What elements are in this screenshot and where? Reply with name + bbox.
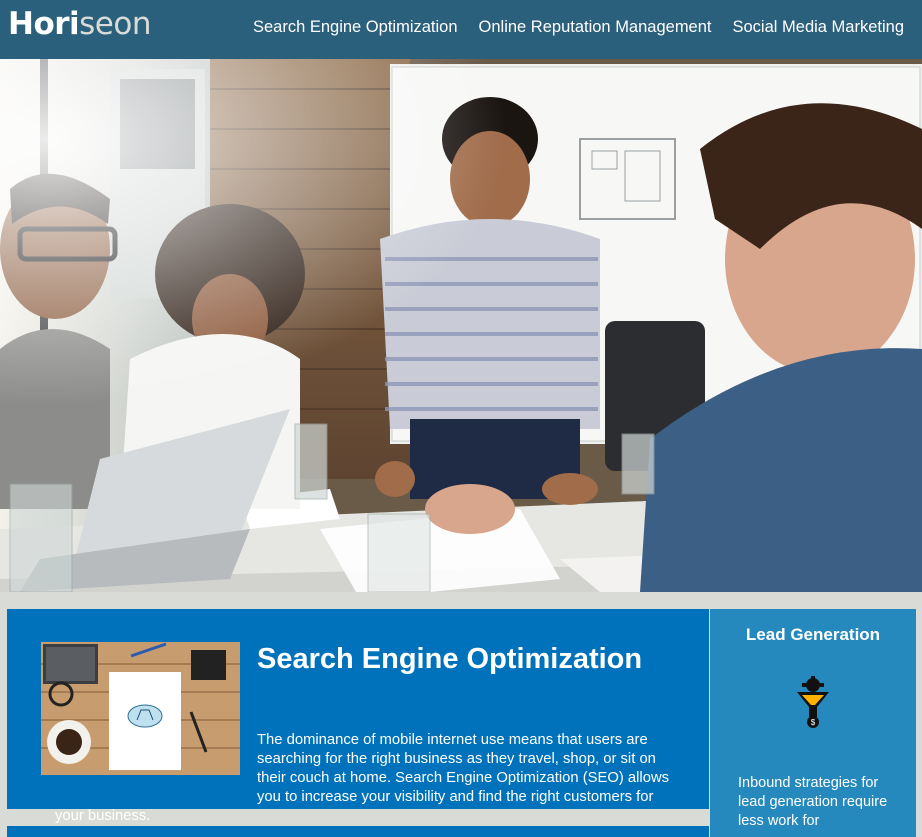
logo-suffix: seon	[79, 6, 151, 42]
nav-link-seo[interactable]: Search Engine Optimization	[253, 18, 458, 37]
lead-generation-title: Lead Generation	[745, 625, 881, 644]
nav-link-reputation[interactable]: Online Reputation Management	[479, 18, 712, 37]
hero-photo	[0, 59, 922, 592]
lead-generation-text: Inbound strategies for lead generation r…	[738, 775, 888, 829]
next-section	[7, 826, 709, 837]
main-nav: Search Engine Optimization Online Reputa…	[253, 18, 904, 37]
lead-generation-card: Lead Generation $ Inbound strategies for…	[710, 609, 916, 837]
site-header: Horiseon Search Engine Optimization Onli…	[0, 0, 922, 59]
nav-link-social[interactable]: Social Media Marketing	[733, 18, 905, 37]
logo-prefix: Hori	[8, 6, 80, 42]
seo-section: Search Engine Optimization The dominance…	[7, 609, 709, 824]
logo[interactable]: Horiseon	[8, 6, 151, 42]
svg-text:$: $	[811, 718, 816, 727]
hero-image	[0, 59, 922, 592]
seo-heading: Search Engine Optimization	[257, 643, 643, 675]
funnel-dollar-icon: $	[796, 676, 830, 730]
seo-description: The dominance of mobile internet use mea…	[55, 731, 675, 826]
